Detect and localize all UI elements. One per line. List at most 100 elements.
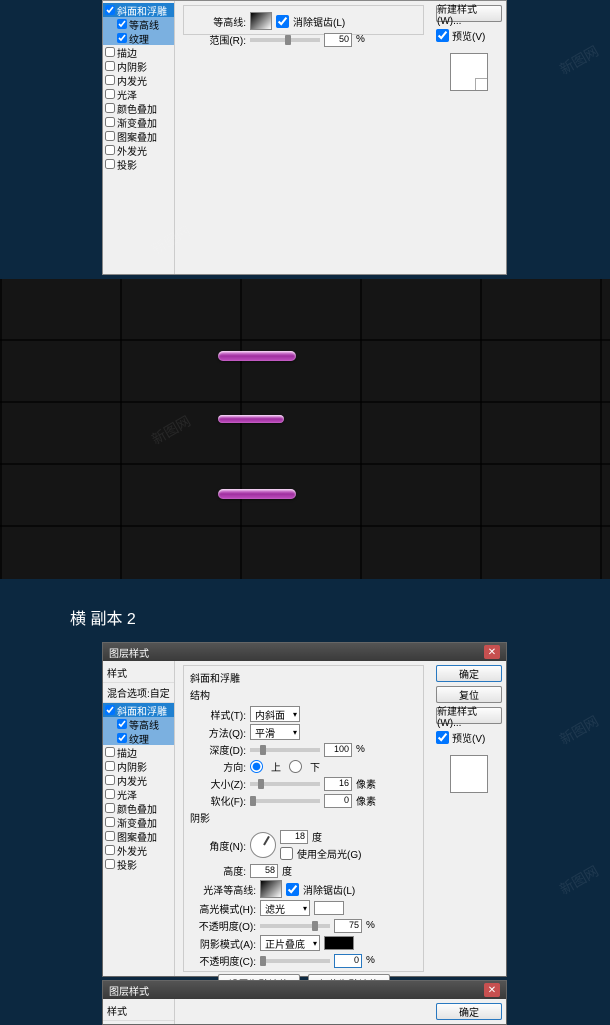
cancel-button[interactable]: 复位 [436, 686, 502, 703]
close-button[interactable]: ✕ [484, 645, 500, 659]
styles-header[interactable]: 样式 [103, 663, 174, 683]
style-checkbox[interactable] [117, 19, 127, 29]
gloss-contour-label: 光泽等高线: [190, 882, 256, 897]
blend-options-header[interactable]: 混合选项:自定 [103, 683, 174, 703]
highlight-mode-dropdown[interactable]: 滤光 [260, 900, 310, 916]
style-item-inner-glow[interactable]: 内发光 [103, 773, 174, 787]
size-slider[interactable] [250, 782, 320, 786]
style-checkbox[interactable] [105, 47, 115, 57]
ok-button[interactable]: 确定 [436, 1003, 502, 1020]
direction-down-radio[interactable] [289, 760, 302, 773]
style-checkbox[interactable] [117, 719, 127, 729]
altitude-input[interactable]: 58 [250, 864, 278, 878]
angle-input[interactable]: 18 [280, 830, 308, 844]
style-checkbox[interactable] [105, 831, 115, 841]
antialias-checkbox[interactable] [286, 883, 299, 896]
style-checkbox[interactable] [105, 117, 115, 127]
style-item-color-overlay[interactable]: 颜色叠加 [103, 101, 174, 115]
style-item-contour[interactable]: 等高线 [103, 17, 174, 31]
style-checkbox[interactable] [117, 733, 127, 743]
style-item-inner-glow[interactable]: 内发光 [103, 73, 174, 87]
style-item-color-overlay[interactable]: 颜色叠加 [103, 801, 174, 815]
range-input[interactable]: 50 [324, 33, 352, 47]
style-item-satin[interactable]: 光泽 [103, 787, 174, 801]
main-panel: 等高线: 消除锯齿(L) 范围(R): 50 % [175, 1, 432, 274]
opacity2-slider[interactable] [260, 959, 330, 963]
antialias-checkbox[interactable] [276, 15, 289, 28]
style-item-texture[interactable]: 纹理 [103, 31, 174, 45]
method-label: 方法(Q): [190, 725, 246, 740]
close-button[interactable]: ✕ [484, 983, 500, 997]
contour-picker[interactable] [250, 12, 272, 30]
style-item-texture[interactable]: 纹理 [103, 731, 174, 745]
depth-slider[interactable] [250, 748, 320, 752]
style-item-outer-glow[interactable]: 外发光 [103, 843, 174, 857]
shadow-color-swatch[interactable] [324, 936, 354, 950]
angle-wheel[interactable] [250, 832, 276, 858]
style-checkbox[interactable] [105, 89, 115, 99]
style-checkbox[interactable] [105, 103, 115, 113]
style-item-drop-shadow[interactable]: 投影 [103, 857, 174, 871]
style-item-gradient-overlay[interactable]: 渐变叠加 [103, 115, 174, 129]
range-slider[interactable] [250, 38, 320, 42]
size-input[interactable]: 16 [324, 777, 352, 791]
style-item-gradient-overlay[interactable]: 渐变叠加 [103, 815, 174, 829]
style-checkbox[interactable] [105, 845, 115, 855]
preview-checkbox[interactable] [436, 29, 449, 42]
style-checkbox[interactable] [105, 131, 115, 141]
soften-slider[interactable] [250, 799, 320, 803]
style-checkbox[interactable] [105, 159, 115, 169]
style-item-pattern-overlay[interactable]: 图案叠加 [103, 829, 174, 843]
altitude-unit: 度 [282, 863, 292, 878]
new-style-button[interactable]: 新建样式(W)... [436, 707, 502, 724]
depth-input[interactable]: 100 [324, 743, 352, 757]
ok-button[interactable]: 确定 [436, 665, 502, 682]
opacity2-input[interactable]: 0 [334, 954, 362, 968]
style-item-satin[interactable]: 光泽 [103, 87, 174, 101]
shadow-mode-dropdown[interactable]: 正片叠底 [260, 935, 320, 951]
style-item-bevel[interactable]: 斜面和浮雕 [103, 703, 174, 717]
style-checkbox[interactable] [105, 761, 115, 771]
style-checkbox[interactable] [117, 33, 127, 43]
style-checkbox[interactable] [105, 61, 115, 71]
opacity1-input[interactable]: 75 [334, 919, 362, 933]
global-light-checkbox[interactable] [280, 847, 293, 860]
style-item-stroke[interactable]: 描边 [103, 45, 174, 59]
style-checkbox[interactable] [105, 747, 115, 757]
style-item-drop-shadow[interactable]: 投影 [103, 157, 174, 171]
direction-up-radio[interactable] [250, 760, 263, 773]
style-checkbox[interactable] [105, 145, 115, 155]
shading-title: 阴影 [190, 810, 417, 825]
antialias-label: 消除锯齿(L) [303, 882, 355, 897]
styles-header[interactable]: 样式 [103, 1001, 174, 1021]
style-checkbox[interactable] [105, 789, 115, 799]
highlight-color-swatch[interactable] [314, 901, 344, 915]
opacity1-slider[interactable] [260, 924, 330, 928]
style-item-contour[interactable]: 等高线 [103, 717, 174, 731]
style-dropdown[interactable]: 内斜面 [250, 706, 300, 722]
style-checkbox[interactable] [105, 775, 115, 785]
style-item-inner-shadow[interactable]: 内阴影 [103, 759, 174, 773]
preview-checkbox[interactable] [436, 731, 449, 744]
style-checkbox[interactable] [105, 705, 115, 715]
soften-input[interactable]: 0 [324, 794, 352, 808]
style-checkbox[interactable] [105, 5, 115, 15]
method-dropdown[interactable]: 平滑 [250, 724, 300, 740]
direction-up-label: 上 [271, 759, 281, 774]
opacity1-label: 不透明度(O): [190, 918, 256, 933]
style-item-pattern-overlay[interactable]: 图案叠加 [103, 129, 174, 143]
gloss-contour-picker[interactable] [260, 880, 282, 898]
style-checkbox[interactable] [105, 817, 115, 827]
style-checkbox[interactable] [105, 803, 115, 813]
style-item-stroke[interactable]: 描边 [103, 745, 174, 759]
style-item-inner-shadow[interactable]: 内阴影 [103, 59, 174, 73]
panel-subtitle: 结构 [190, 687, 417, 702]
dialog-titlebar[interactable]: 图层样式 ✕ [103, 981, 506, 999]
style-checkbox[interactable] [105, 859, 115, 869]
dialog-titlebar[interactable]: 图层样式 ✕ [103, 643, 506, 661]
style-item-bevel[interactable]: 斜面和浮雕 [103, 3, 174, 17]
new-style-button[interactable]: 新建样式(W)... [436, 5, 502, 22]
style-checkbox[interactable] [105, 75, 115, 85]
style-item-outer-glow[interactable]: 外发光 [103, 143, 174, 157]
percent-label: % [356, 34, 365, 45]
